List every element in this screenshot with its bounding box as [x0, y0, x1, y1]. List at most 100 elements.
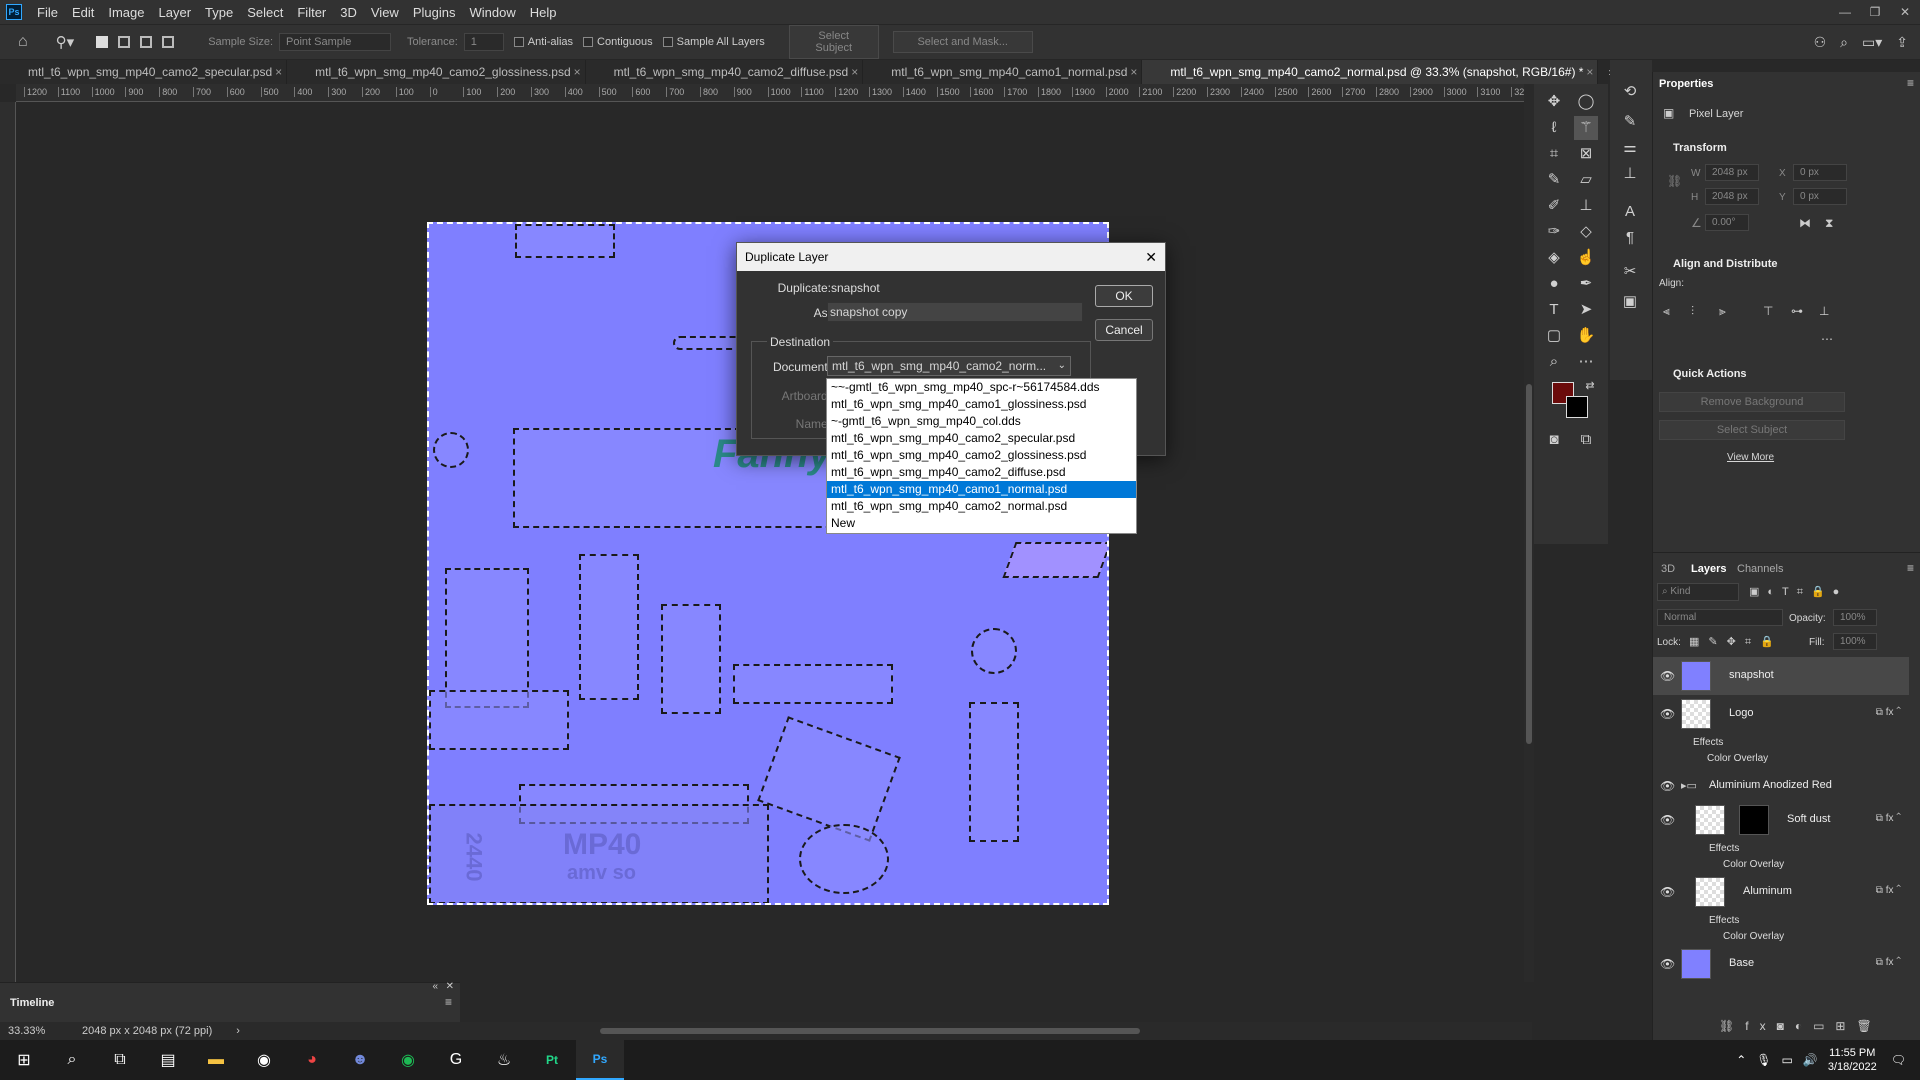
restore-icon[interactable]: ❐: [1860, 0, 1890, 24]
logitech-icon[interactable]: G: [432, 1040, 480, 1080]
kind-filter[interactable]: ⌕ Kind: [1657, 583, 1739, 601]
filter-icons[interactable]: ▣◐T⌗🔒●: [1749, 585, 1847, 599]
menu-layer[interactable]: Layer: [152, 5, 199, 20]
effect-color-overlay[interactable]: Color Overlay: [1707, 753, 1768, 764]
dropdown-option[interactable]: ~-gmtl_t6_wpn_smg_mp40_col.dds: [827, 413, 1136, 430]
properties-title[interactable]: Properties: [1659, 78, 1713, 90]
panel-menu-icon[interactable]: ≡: [445, 995, 452, 1009]
opacity-input[interactable]: 100%: [1833, 609, 1877, 626]
sample-size-select[interactable]: Point Sample: [279, 33, 391, 51]
remove-background-button[interactable]: Remove Background: [1659, 392, 1845, 412]
tab-camo2-glossiness[interactable]: mtl_t6_wpn_smg_mp40_camo2_glossiness.psd…: [287, 60, 586, 84]
brushes-panel-icon[interactable]: ✎: [1618, 110, 1642, 134]
collapse-icon[interactable]: «: [432, 981, 438, 992]
more-options-icon[interactable]: ⋯: [1821, 332, 1833, 346]
link-icon[interactable]: ⛓: [1667, 174, 1682, 188]
export-icon[interactable]: ⇪: [1896, 34, 1908, 51]
lasso-tool-icon[interactable]: ℓ: [1542, 116, 1566, 140]
ruler-tool-icon[interactable]: ▱: [1574, 168, 1598, 192]
steam-icon[interactable]: ♨: [480, 1040, 528, 1080]
close-window-icon[interactable]: ✕: [1890, 0, 1920, 24]
align-top-icon[interactable]: ⊤: [1763, 304, 1773, 318]
move-tool-icon[interactable]: ✥: [1542, 90, 1566, 114]
zoom-tool-icon[interactable]: ⌕: [1542, 350, 1566, 374]
menu-filter[interactable]: Filter: [290, 5, 333, 20]
align-bottom-icon[interactable]: ⊥: [1819, 304, 1829, 318]
y-input[interactable]: 0 px: [1793, 188, 1847, 205]
vertical-scrollbar[interactable]: [1524, 84, 1534, 982]
flip-vertical-icon[interactable]: ⧗: [1825, 216, 1833, 231]
scrollbar-thumb[interactable]: [600, 1028, 1140, 1034]
history-brush-icon[interactable]: ✑: [1542, 220, 1566, 244]
h-input[interactable]: 2048 px: [1705, 188, 1759, 205]
app-icon[interactable]: ◉: [240, 1040, 288, 1080]
effect-color-overlay[interactable]: Color Overlay: [1723, 859, 1784, 870]
new-selection-icon[interactable]: [96, 36, 109, 48]
microphone-icon[interactable]: 🎙: [1756, 1053, 1771, 1067]
home-icon[interactable]: ⌂: [18, 33, 28, 51]
align-center-icon[interactable]: ⫶: [1691, 304, 1694, 319]
task-view-icon[interactable]: ⧉: [96, 1040, 144, 1080]
notifications-icon[interactable]: 🗨: [1891, 1053, 1906, 1067]
w-input[interactable]: 2048 px: [1705, 164, 1759, 181]
menu-window[interactable]: Window: [462, 5, 522, 20]
clock[interactable]: 11:55 PM 3/18/2022: [1828, 1046, 1877, 1074]
menu-3d[interactable]: 3D: [333, 5, 364, 20]
brush-tool-icon[interactable]: ✐: [1542, 194, 1566, 218]
dodge-tool-icon[interactable]: ●: [1542, 272, 1566, 296]
eye-icon[interactable]: 👁: [1660, 885, 1675, 899]
close-panel-icon[interactable]: ✕: [446, 981, 454, 992]
angle-input[interactable]: 0.00°: [1705, 214, 1749, 231]
align-left-icon[interactable]: ⫷: [1663, 304, 1670, 319]
fill-input[interactable]: 100%: [1833, 633, 1877, 650]
photoshop-taskbar-icon[interactable]: Ps: [576, 1040, 624, 1080]
select-subject-button[interactable]: Select Subject: [1659, 420, 1845, 440]
search-icon[interactable]: ⌕: [48, 1040, 96, 1080]
tab-camo2-normal[interactable]: mtl_t6_wpn_smg_mp40_camo2_normal.psd @ 3…: [1142, 60, 1599, 84]
layer-group-aluminium-anodized-red[interactable]: 👁 ▸▭ Aluminium Anodized Red: [1653, 767, 1909, 805]
magic-wand-icon[interactable]: ⚲▾: [56, 33, 75, 51]
close-tab-icon[interactable]: ×: [275, 60, 282, 84]
more-tools-icon[interactable]: ⋯: [1574, 350, 1598, 374]
stamp-tool-icon[interactable]: ⊥: [1574, 194, 1598, 218]
fx-icon[interactable]: ⧉ fx ⌃: [1876, 885, 1901, 896]
eye-icon[interactable]: 👁: [1660, 957, 1675, 971]
transform-section[interactable]: Transform: [1673, 142, 1727, 154]
layer-row-soft-dust[interactable]: 👁 Soft dust ⧉ fx ⌃: [1653, 801, 1909, 839]
dropdown-option[interactable]: mtl_t6_wpn_smg_mp40_camo2_specular.psd: [827, 430, 1136, 447]
share-icon[interactable]: ⚇: [1814, 34, 1827, 51]
dropdown-option[interactable]: mtl_t6_wpn_smg_mp40_camo2_normal.psd: [827, 498, 1136, 515]
windows-start-icon[interactable]: ⊞: [0, 1040, 48, 1080]
close-tab-icon[interactable]: ×: [1130, 60, 1137, 84]
paragraph-panel-icon[interactable]: ¶: [1618, 226, 1642, 250]
close-tab-icon[interactable]: ×: [1586, 60, 1593, 84]
menu-plugins[interactable]: Plugins: [406, 5, 463, 20]
smudge-tool-icon[interactable]: ☝: [1574, 246, 1598, 270]
tab-3d[interactable]: 3D: [1661, 563, 1675, 575]
dropdown-option[interactable]: mtl_t6_wpn_smg_mp40_camo2_diffuse.psd: [827, 464, 1136, 481]
dropdown-option[interactable]: mtl_t6_wpn_smg_mp40_camo2_glossiness.psd: [827, 447, 1136, 464]
screen-mode-icon[interactable]: ⧉: [1574, 428, 1598, 452]
menu-view[interactable]: View: [364, 5, 406, 20]
dropdown-option[interactable]: ~~-gmtl_t6_wpn_smg_mp40_spc-r~56174584.d…: [827, 379, 1136, 396]
type-tool-icon[interactable]: T: [1542, 298, 1566, 322]
fx-icon[interactable]: ⧉ fx ⌃: [1876, 957, 1901, 968]
path-select-icon[interactable]: ➤: [1574, 298, 1598, 322]
add-selection-icon[interactable]: [118, 36, 131, 48]
x-input[interactable]: 0 px: [1793, 164, 1847, 181]
menu-select[interactable]: Select: [240, 5, 290, 20]
quick-mask-icon[interactable]: ◙: [1542, 428, 1566, 452]
blend-mode-select[interactable]: Normal: [1657, 609, 1783, 626]
panel-menu-icon[interactable]: ≡: [1907, 76, 1914, 90]
intersect-selection-icon[interactable]: [162, 36, 175, 48]
tab-layers[interactable]: Layers: [1691, 563, 1726, 575]
bucket-tool-icon[interactable]: ◈: [1542, 246, 1566, 270]
dropdown-option[interactable]: New: [827, 515, 1136, 532]
subtract-selection-icon[interactable]: [140, 36, 153, 48]
select-subject-button[interactable]: Select Subject: [788, 25, 879, 59]
hand-tool-icon[interactable]: ✋: [1574, 324, 1598, 348]
layer-row-base[interactable]: 👁 Base ⧉ fx ⌃: [1653, 945, 1909, 983]
menu-image[interactable]: Image: [101, 5, 151, 20]
layer-row-logo[interactable]: 👁 Logo ⧉ fx ⌃: [1653, 695, 1909, 733]
spotify-icon[interactable]: ◉: [384, 1040, 432, 1080]
